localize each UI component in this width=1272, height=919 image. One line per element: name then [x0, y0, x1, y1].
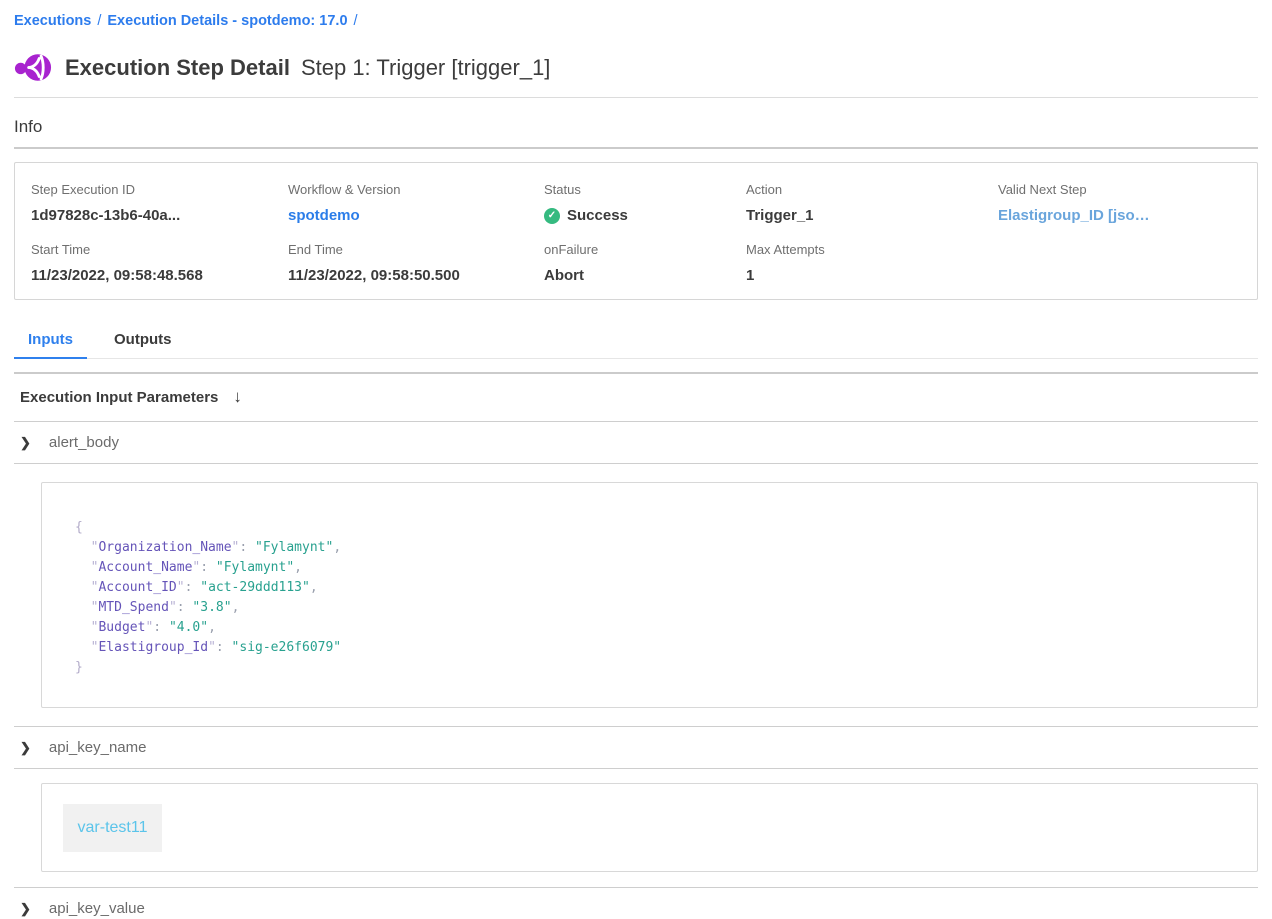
execution-input-parameters-header: Execution Input Parameters ↓ [14, 374, 1258, 422]
inputs-outputs-tabs: Inputs Outputs [14, 325, 1258, 359]
chevron-right-icon: ❯ [20, 740, 31, 756]
field-label: onFailure [544, 243, 746, 257]
field-valid-next-step: Valid Next Step Elastigroup_ID [jso… [998, 183, 1241, 224]
field-empty [998, 243, 1241, 284]
code-line: "Budget": "4.0", [75, 618, 1224, 638]
info-card: Step Execution ID 1d97828c-13b6-40a... W… [14, 162, 1258, 300]
field-status: Status ✓ Success [544, 183, 746, 224]
field-label: Action [746, 183, 998, 197]
field-action: Action Trigger_1 [746, 183, 998, 224]
field-label: Max Attempts [746, 243, 998, 257]
page-subtitle: Step 1: Trigger [trigger_1] [301, 55, 550, 81]
breadcrumb-execution-details-link[interactable]: Execution Details - spotdemo: 17.0 [107, 13, 347, 29]
field-value: Abort [544, 268, 746, 284]
code-line: "Account_ID": "act-29ddd113", [75, 578, 1224, 598]
code-line: "Elastigroup_Id": "sig-e26f6079" [75, 638, 1224, 658]
field-label: End Time [288, 243, 544, 257]
tab-inputs[interactable]: Inputs [14, 325, 87, 359]
field-value: 1 [746, 268, 998, 284]
page-title: Execution Step Detail [65, 55, 290, 81]
breadcrumb-separator: / [354, 13, 358, 29]
breadcrumb-executions-link[interactable]: Executions [14, 13, 91, 29]
tab-outputs[interactable]: Outputs [100, 325, 186, 359]
param-row-api-key-value[interactable]: ❯ api_key_value [14, 887, 1258, 919]
field-onfailure: onFailure Abort [544, 243, 746, 284]
info-section-heading: Info [14, 117, 1258, 149]
api-key-name-value-card: var-test11 [41, 783, 1258, 872]
code-line: { [75, 518, 1224, 538]
execution-input-parameters-label: Execution Input Parameters [20, 389, 218, 406]
field-label: Step Execution ID [31, 183, 288, 197]
api-key-name-chip: var-test11 [63, 804, 162, 852]
field-workflow-version: Workflow & Version spotdemo [288, 183, 544, 224]
page-header: Execution Step Detail Step 1: Trigger [t… [14, 51, 1258, 98]
param-row-alert-body[interactable]: ❯ alert_body [14, 422, 1258, 464]
json-code: { "Organization_Name": "Fylamynt", "Acco… [75, 518, 1224, 678]
status-text: Success [567, 208, 628, 224]
fylamynt-logo-icon [14, 51, 52, 84]
param-row-api-key-name[interactable]: ❯ api_key_name [14, 726, 1258, 769]
alert-body-json-card: { "Organization_Name": "Fylamynt", "Acco… [41, 482, 1258, 708]
param-row-label: api_key_name [49, 739, 147, 756]
field-label: Workflow & Version [288, 183, 544, 197]
breadcrumb: Executions / Execution Details - spotdemo:… [14, 0, 1258, 29]
chevron-right-icon: ❯ [20, 435, 31, 451]
field-value: 11/23/2022, 09:58:50.500 [288, 268, 544, 284]
field-value: 1d97828c-13b6-40a... [31, 208, 288, 224]
field-start-time: Start Time 11/23/2022, 09:58:48.568 [31, 243, 288, 284]
field-end-time: End Time 11/23/2022, 09:58:50.500 [288, 243, 544, 284]
param-row-label: alert_body [49, 434, 119, 451]
field-step-execution-id: Step Execution ID 1d97828c-13b6-40a... [31, 183, 288, 224]
status-badge: ✓ Success [544, 208, 746, 224]
field-label: Start Time [31, 243, 288, 257]
breadcrumb-separator: / [97, 13, 101, 29]
workflow-link[interactable]: spotdemo [288, 208, 544, 224]
execution-step-detail-page: Executions / Execution Details - spotdemo:… [0, 0, 1272, 919]
code-line: } [75, 658, 1224, 678]
field-max-attempts: Max Attempts 1 [746, 243, 998, 284]
code-line: "MTD_Spend": "3.8", [75, 598, 1224, 618]
field-value: Trigger_1 [746, 208, 998, 224]
field-value: 11/23/2022, 09:58:48.568 [31, 268, 288, 284]
code-line: "Account_Name": "Fylamynt", [75, 558, 1224, 578]
success-check-icon: ✓ [544, 208, 560, 224]
field-label: Valid Next Step [998, 183, 1241, 197]
chevron-right-icon: ❯ [20, 901, 31, 917]
field-label: Status [544, 183, 746, 197]
arrow-down-icon[interactable]: ↓ [233, 387, 242, 407]
code-line: "Organization_Name": "Fylamynt", [75, 538, 1224, 558]
param-row-label: api_key_value [49, 900, 145, 917]
valid-next-step-link[interactable]: Elastigroup_ID [jso… [998, 208, 1241, 224]
